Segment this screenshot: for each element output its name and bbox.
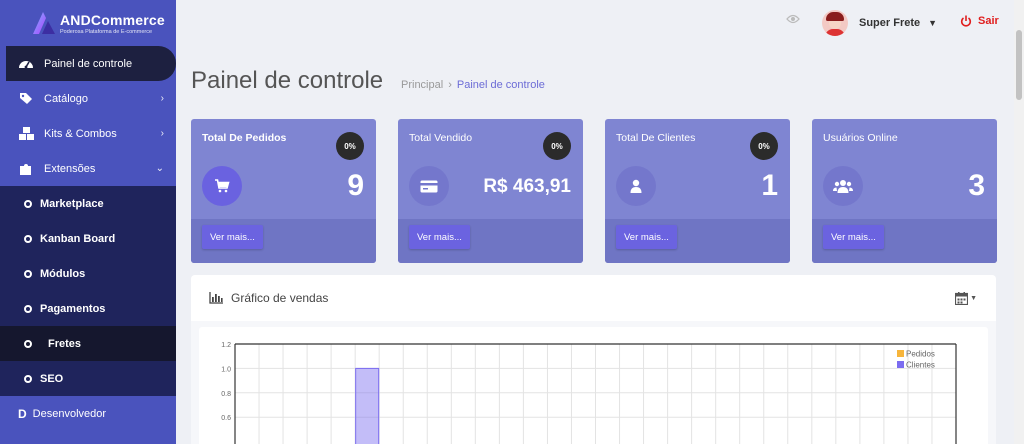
puzzle-icon (18, 162, 34, 176)
sidebar-item-kits[interactable]: Kits & Combos › (0, 116, 176, 151)
sales-chart-panel: Gráfico de vendas ▼ 1.2 1.0 0.8 0.6 Pedidos C… (191, 275, 996, 444)
view-more-button[interactable]: Ver mais... (823, 225, 884, 249)
logout-label: Sair (978, 15, 999, 27)
y-tick-label: 0.6 (221, 415, 231, 422)
brand-tagline: Poderosa Plataforma de E-commerce (60, 28, 153, 35)
legend-label: Pedidos (906, 350, 935, 359)
sidebar-item-catalog[interactable]: Catálogo › (0, 81, 176, 116)
panel-header: Gráfico de vendas ▼ (191, 275, 996, 321)
sidebar-item-dashboard[interactable]: Painel de controle (6, 46, 176, 81)
circle-icon (24, 339, 32, 348)
chevron-right-icon: › (160, 128, 164, 139)
sidebar-item-kanban[interactable]: Kanban Board (0, 221, 176, 256)
percent-badge: 0% (750, 132, 778, 160)
circle-icon (24, 199, 32, 208)
card-title: Usuários Online (823, 132, 898, 144)
circle-icon (24, 304, 32, 313)
card-title: Total Vendido (409, 132, 473, 144)
sidebar-item-label: Desenvolvedor (32, 407, 107, 420)
sidebar: ANDCommerce Poderosa Plataforma de E-com… (0, 0, 176, 444)
date-range-button[interactable]: ▼ (955, 292, 977, 305)
caret-down-icon: ▼ (970, 295, 977, 302)
logo-mark-icon (33, 12, 55, 34)
sidebar-item-payments[interactable]: Pagamentos (0, 291, 176, 326)
page-title: Painel de controle (191, 67, 384, 94)
sidebar-item-label: SEO (40, 372, 64, 385)
y-tick-label: 1.2 (221, 342, 231, 349)
scrollbar-thumb[interactable] (1016, 30, 1022, 100)
sidebar-item-label: Kanban Board (40, 232, 116, 245)
stat-card-customers: Total De Clientes 0% 1 Ver mais... (605, 119, 790, 263)
card-title: Total De Pedidos (202, 132, 287, 144)
bar-clientes (355, 367, 380, 444)
sidebar-item-extensions[interactable]: Extensões ⌄ (0, 151, 176, 186)
sidebar-item-label: Pagamentos (40, 302, 106, 315)
view-more-button[interactable]: Ver mais... (616, 225, 677, 249)
view-more-button[interactable]: Ver mais... (202, 225, 263, 249)
percent-badge: 0% (336, 132, 364, 160)
panel-title: Gráfico de vendas (231, 291, 329, 305)
legend-swatch (897, 361, 904, 368)
chevron-right-icon: › (160, 93, 164, 104)
stat-card-orders: Total De Pedidos 0% 9 Ver mais... (191, 119, 376, 263)
legend-label: Clientes (906, 361, 935, 370)
power-icon (960, 15, 972, 27)
cubes-icon (18, 127, 34, 141)
percent-badge: 0% (543, 132, 571, 160)
user-icon (616, 166, 656, 206)
sidebar-item-label: Marketplace (40, 197, 104, 210)
stat-card-sales: Total Vendido 0% R$ 463,91 Ver mais... (398, 119, 583, 263)
stat-value: R$ 463,91 (483, 176, 571, 197)
calendar-icon (955, 292, 969, 305)
dashboard-icon (18, 57, 34, 71)
sidebar-item-label: Módulos (40, 267, 86, 280)
circle-icon (24, 234, 32, 243)
circle-icon (24, 269, 32, 278)
user-name: Super Frete (859, 17, 921, 29)
users-icon (823, 166, 863, 206)
brand-logo[interactable]: ANDCommerce Poderosa Plataforma de E-com… (0, 0, 176, 46)
card-title: Total De Clientes (616, 132, 696, 144)
view-more-button[interactable]: Ver mais... (409, 225, 470, 249)
sidebar-item-label: Kits & Combos (44, 127, 117, 140)
sidebar-item-label: Extensões (44, 162, 96, 175)
chevron-down-icon: ⌄ (155, 163, 164, 174)
sidebar-item-modules[interactable]: Módulos (0, 256, 176, 291)
stat-value: 1 (761, 169, 778, 202)
extensions-submenu: Marketplace Kanban Board Módulos Pagamen… (0, 186, 176, 396)
sidebar-item-label: Fretes (48, 337, 82, 350)
credit-card-icon (409, 166, 449, 206)
sales-chart: 1.2 1.0 0.8 0.6 Pedidos Clientes (199, 327, 988, 444)
sidebar-item-label: Painel de controle (44, 57, 133, 70)
sidebar-item-shipping[interactable]: Fretes (0, 326, 176, 361)
eye-icon[interactable] (786, 14, 800, 24)
sidebar-item-label: Catálogo (44, 92, 89, 105)
developer-letter: D (18, 406, 27, 421)
sidebar-item-developer[interactable]: D Desenvolvedor (0, 396, 176, 431)
breadcrumb-separator: › (448, 79, 452, 91)
sidebar-item-marketplace[interactable]: Marketplace (0, 186, 176, 221)
breadcrumb-current: Painel de controle (456, 79, 545, 91)
circle-icon (24, 374, 32, 383)
breadcrumb-home[interactable]: Principal (401, 79, 443, 91)
brand-name: ANDCommerce (60, 11, 165, 28)
chart-svg: 1.2 1.0 0.8 0.6 Pedidos Clientes (221, 342, 957, 444)
user-menu[interactable]: Super Frete ▼ (822, 10, 937, 36)
caret-down-icon: ▼ (928, 18, 938, 28)
legend-swatch (897, 350, 904, 357)
tags-icon (18, 92, 34, 106)
topbar: Super Frete ▼ Sair (176, 0, 1024, 46)
y-tick-label: 1.0 (221, 366, 231, 373)
stat-card-online-users: Usuários Online 3 Ver mais... (812, 119, 997, 263)
page-scrollbar[interactable] (1014, 0, 1024, 444)
bar-chart-icon (209, 292, 223, 304)
avatar (822, 10, 848, 36)
y-tick-label: 0.8 (221, 391, 231, 398)
breadcrumb: Principal › Painel de controle (401, 79, 545, 91)
stat-value: 9 (347, 169, 364, 202)
logout-button[interactable]: Sair (960, 15, 999, 27)
stat-value: 3 (968, 169, 985, 202)
sidebar-item-seo[interactable]: SEO (0, 361, 176, 396)
cart-icon (202, 166, 242, 206)
